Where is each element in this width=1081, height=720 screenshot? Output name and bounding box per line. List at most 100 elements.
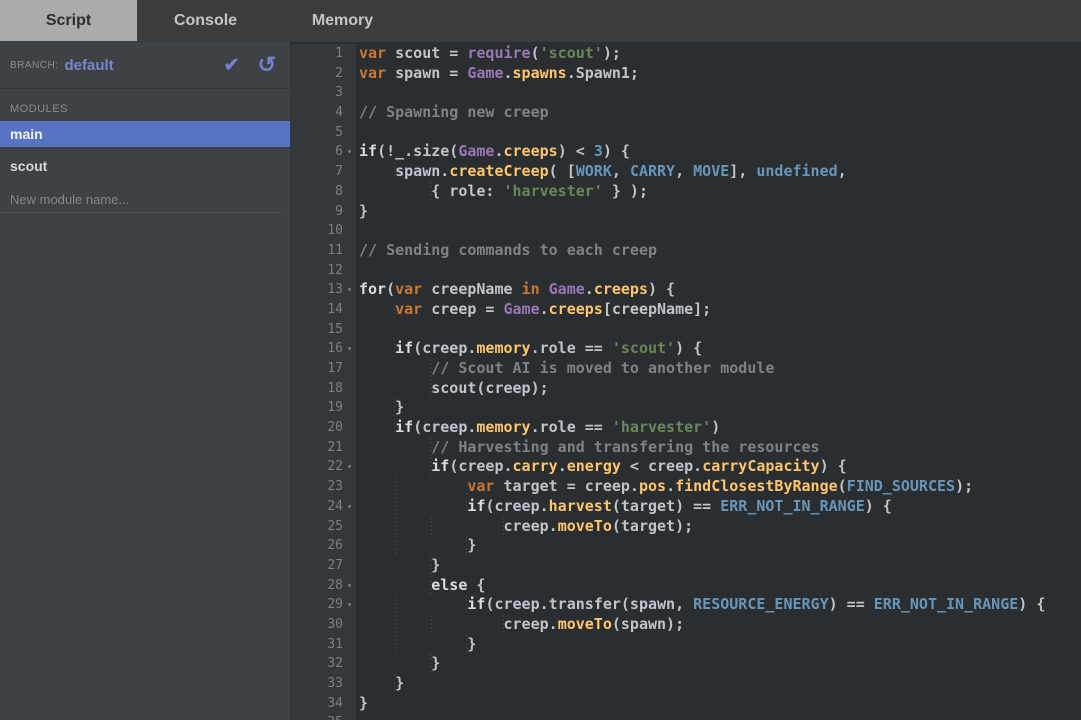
revert-icon[interactable]: ↺	[258, 54, 276, 76]
token-m: moveTo	[558, 517, 612, 535]
token-p: .role ==	[531, 339, 612, 357]
indent-guide	[395, 379, 431, 397]
code-text: { role: 'harvester' } );	[356, 182, 648, 202]
gutter: 6▾	[290, 142, 356, 162]
token-p: }	[431, 654, 440, 672]
fold-toggle-icon[interactable]: ▾	[343, 142, 356, 162]
tab-memory[interactable]: Memory	[274, 0, 411, 41]
fold-toggle-icon[interactable]: ▾	[343, 595, 356, 615]
tab-script[interactable]: Script	[0, 0, 137, 41]
line-number: 29	[327, 595, 343, 615]
module-item-scout[interactable]: scout	[0, 153, 290, 179]
token-p: ,	[675, 162, 693, 180]
token-b: ERR_NOT_IN_RANGE	[874, 595, 1019, 613]
indent-guide	[395, 654, 431, 672]
token-s: 'scout'	[612, 339, 675, 357]
module-item-main[interactable]: main	[0, 121, 290, 147]
code-text: if(creep.transfer(spawn, RESOURCE_ENERGY…	[356, 595, 1045, 615]
indent-guide	[431, 517, 467, 535]
code-text: }	[356, 556, 440, 576]
code-line: 34}	[290, 694, 1081, 714]
token-p: }	[359, 694, 368, 712]
token-k: var	[395, 300, 422, 318]
code-text: }	[356, 398, 404, 418]
indent-guide	[395, 556, 431, 574]
fold-toggle-icon[interactable]: ▾	[343, 457, 356, 477]
code-text: // Harvesting and transfering the resour…	[356, 438, 820, 458]
indent-guide	[395, 635, 431, 653]
indent-guide	[359, 635, 395, 653]
token-c: if	[467, 497, 485, 515]
code-text: }	[356, 654, 440, 674]
token-p: }	[467, 635, 476, 653]
token-p: (	[531, 44, 540, 62]
token-p: .Spawn1;	[567, 64, 639, 82]
code-text	[356, 261, 359, 281]
line-number: 31	[327, 635, 343, 655]
token-p: (creep.	[413, 418, 476, 436]
token-cm: // Harvesting and transfering the resour…	[431, 438, 819, 456]
code-text: spawn.createCreep( [WORK, CARRY, MOVE], …	[356, 162, 847, 182]
fold-toggle-icon[interactable]: ▾	[343, 339, 356, 359]
token-p: (creep.	[413, 339, 476, 357]
gutter: 32	[290, 654, 356, 674]
commit-check-icon[interactable]: ✔	[224, 56, 240, 75]
indent-guide	[359, 438, 395, 456]
code-text: if(creep.memory.role == 'harvester')	[356, 418, 720, 438]
token-p: ],	[729, 162, 756, 180]
indent-guide	[431, 595, 467, 613]
token-p: spawn =	[386, 64, 467, 82]
token-p: }	[395, 398, 404, 416]
token-g: Game	[467, 64, 503, 82]
token-p: { role:	[431, 182, 503, 200]
fold-toggle-icon[interactable]: ▾	[343, 497, 356, 517]
code-line: 15	[290, 320, 1081, 340]
code-text: var scout = require('scout');	[356, 44, 621, 64]
token-p: ,	[838, 162, 847, 180]
token-g: Game	[549, 280, 585, 298]
indent-guide	[395, 615, 431, 633]
token-s: 'scout'	[540, 44, 603, 62]
indent-guide	[431, 635, 467, 653]
module-list: main scout	[0, 121, 290, 179]
token-p: scout =	[386, 44, 467, 62]
token-k: var	[359, 64, 386, 82]
code-text: // Spawning new creep	[356, 103, 549, 123]
line-number: 33	[327, 674, 343, 694]
tab-console[interactable]: Console	[137, 0, 274, 41]
line-number: 12	[327, 261, 343, 281]
gutter: 18	[290, 379, 356, 399]
code-text: // Scout AI is moved to another module	[356, 359, 774, 379]
code-line: 6▾if(!_.size(Game.creeps) < 3) {	[290, 142, 1081, 162]
code-text: var spawn = Game.spawns.Spawn1;	[356, 64, 639, 84]
indent-guide	[395, 182, 431, 200]
token-b: MOVE	[693, 162, 729, 180]
line-number: 6	[335, 142, 343, 162]
code-editor[interactable]: 1var scout = require('scout');2var spawn…	[290, 42, 1081, 720]
line-number: 19	[327, 398, 343, 418]
fold-toggle-icon[interactable]: ▾	[343, 576, 356, 596]
branch-name[interactable]: default	[65, 57, 114, 74]
token-m: creeps	[594, 280, 648, 298]
token-b: RESOURCE_ENERGY	[693, 595, 828, 613]
code-line: 26 }	[290, 536, 1081, 556]
gutter: 2	[290, 64, 356, 84]
new-module-input[interactable]: New module name...	[0, 187, 282, 213]
token-m: moveTo	[558, 615, 612, 633]
code-text: if(creep.harvest(target) == ERR_NOT_IN_R…	[356, 497, 892, 517]
token-m: spawns	[513, 64, 567, 82]
code-line: 27 }	[290, 556, 1081, 576]
gutter: 35	[290, 713, 356, 720]
code-line: 8 { role: 'harvester' } );	[290, 182, 1081, 202]
gutter: 5	[290, 123, 356, 143]
sidebar: BRANCH: default ✔ ↺ MODULES mainscout Ne…	[0, 42, 290, 720]
indent-guide	[359, 674, 395, 692]
line-number: 15	[327, 320, 343, 340]
token-p: }	[395, 674, 404, 692]
fold-toggle-icon[interactable]: ▾	[343, 280, 356, 300]
code-text: creep.moveTo(target);	[356, 517, 693, 537]
tab-bar: ScriptConsoleMemory	[0, 0, 1081, 42]
indent-guide	[395, 359, 431, 377]
gutter: 12	[290, 261, 356, 281]
gutter: 22▾	[290, 457, 356, 477]
